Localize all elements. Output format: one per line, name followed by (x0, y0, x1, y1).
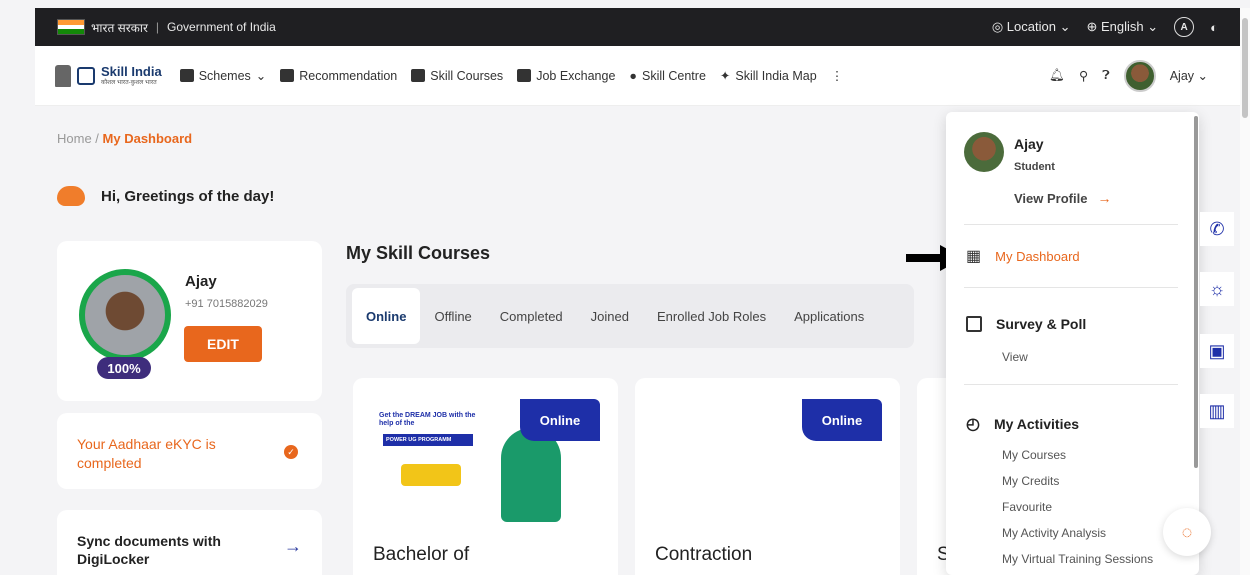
profile-completion-badge: 100% (97, 357, 151, 379)
profile-name: Ajay (185, 273, 217, 290)
tab-joined[interactable]: Joined (577, 288, 643, 344)
arrow-right-icon[interactable]: → (284, 536, 302, 557)
nav-skill-india-map[interactable]: ✦ Skill India Map (719, 68, 817, 84)
edit-profile-button[interactable]: EDIT (184, 326, 262, 362)
buildings-icon (966, 316, 982, 332)
national-emblem-icon (55, 64, 71, 87)
section-title: My Skill Courses (346, 243, 491, 263)
grid-icon: ▦ (966, 248, 982, 265)
map-icon: ✦ (719, 69, 731, 83)
nav-skill-centre[interactable]: ● Skill Centre (629, 69, 705, 83)
map-pin-icon: ● (629, 68, 637, 83)
breadcrumb-current: My Dashboard (102, 131, 193, 146)
menu-my-credits[interactable]: My Credits (1002, 474, 1059, 488)
gov-english-label: Government of India (167, 20, 276, 34)
tab-online[interactable]: Online (352, 288, 421, 344)
accessibility-button[interactable]: A (1174, 17, 1195, 37)
logo-title: Skill India (101, 64, 162, 79)
page-scrollbar-thumb[interactable] (1242, 18, 1248, 118)
sun-cloud-icon (57, 186, 85, 206)
menu-survey-poll[interactable]: Survey & Poll (966, 316, 1086, 332)
search-icon[interactable]: ⚲ (1079, 68, 1088, 83)
profile-card: 100% Ajay +91 7015882029 EDIT (57, 241, 322, 401)
menu-favourite[interactable]: Favourite (1002, 500, 1052, 514)
briefcase-icon (517, 69, 532, 82)
breadcrumb-home[interactable]: Home (57, 131, 92, 146)
phone-call-icon[interactable]: ✆ (1200, 212, 1234, 246)
arrow-right-icon: → (1097, 190, 1112, 206)
dropdown-user-role: Student (1014, 161, 1055, 173)
calendar-link-icon[interactable]: ▣ (1200, 334, 1234, 368)
menu-my-courses[interactable]: My Courses (1002, 448, 1066, 462)
pie-chart-icon: ◴ (966, 416, 980, 433)
nav-recommendation[interactable]: Recommendation (280, 69, 397, 83)
course-title: Bachelor of (373, 544, 470, 565)
buildings-icon[interactable]: ▥ (1200, 394, 1234, 428)
menu-my-dashboard[interactable]: ▦ My Dashboard (966, 246, 1080, 266)
skill-india-logo[interactable]: Skill India कौशल भारत-कुशल भारत (55, 64, 162, 87)
tab-offline[interactable]: Offline (420, 288, 485, 344)
logo-mark-icon (77, 66, 95, 85)
course-card[interactable]: Get the DREAM JOB with the help of the P… (353, 378, 618, 575)
logo-subtitle: कौशल भारत-कुशल भारत (101, 80, 157, 86)
profile-phone: +91 7015882029 (185, 298, 268, 310)
online-badge: Online (802, 399, 882, 441)
recommendation-icon (280, 69, 295, 82)
bell-icon[interactable]: 🔔︎ (1049, 68, 1065, 83)
kyc-status-card: Your Aadhaar eKYC is completed ✓ (57, 413, 322, 489)
profile-photo (79, 269, 171, 361)
avatar[interactable] (1123, 59, 1156, 92)
nav-job-exchange[interactable]: Job Exchange (517, 69, 615, 83)
user-dropdown-menu: Ajay Student View Profile → ▦ My Dashboar… (946, 112, 1199, 575)
dropdown-scrollbar[interactable] (1194, 116, 1198, 468)
tab-applications[interactable]: Applications (780, 288, 878, 344)
menu-my-activities[interactable]: ◴ My Activities (966, 414, 1079, 434)
gov-hindi-label: भारत सरकार (91, 20, 148, 35)
chat-bot-button[interactable]: ◌ (1163, 508, 1211, 556)
view-profile-link[interactable]: View Profile → (1014, 190, 1111, 206)
survey-view-link[interactable]: View (1002, 350, 1028, 364)
menu-virtual-training[interactable]: My Virtual Training Sessions (1002, 552, 1153, 566)
digilocker-sync-card[interactable]: Sync documents with DigiLocker → (57, 510, 322, 575)
nav-skill-courses[interactable]: Skill Courses (411, 69, 503, 83)
course-title: Contraction (655, 544, 753, 565)
avatar (964, 132, 1004, 172)
main-navbar: Skill India कौशल भारत-कुशल भारत Schemes … (35, 46, 1240, 106)
online-badge: Online (520, 399, 600, 441)
greeting: Hi, Greetings of the day! (57, 186, 274, 206)
contrast-toggle-icon[interactable]: ◐ (1210, 20, 1218, 35)
dropdown-user-name: Ajay (1014, 136, 1044, 152)
menu-activity-analysis[interactable]: My Activity Analysis (1002, 526, 1106, 540)
language-selector[interactable]: ⊕ English ⌄ (1086, 19, 1158, 35)
tab-enrolled-job-roles[interactable]: Enrolled Job Roles (643, 288, 780, 344)
course-tabs: Online Offline Completed Joined Enrolled… (346, 284, 914, 348)
graduation-cap-icon (411, 69, 426, 82)
india-flag-icon (57, 19, 85, 35)
breadcrumb: Home / My Dashboard (57, 131, 193, 146)
schemes-icon (179, 69, 194, 82)
nav-schemes[interactable]: Schemes ⌄ (179, 68, 266, 83)
check-icon: ✓ (284, 445, 298, 459)
user-menu-button[interactable]: Ajay ⌄ (1170, 68, 1208, 83)
gov-topbar: भारत सरकार | Government of India ◎ Locat… (35, 8, 1240, 46)
tab-completed[interactable]: Completed (486, 288, 577, 344)
lightbulb-icon[interactable]: ☼ (1200, 272, 1234, 306)
nav-more-button[interactable]: ⋮ (831, 68, 844, 83)
course-card[interactable]: Online Contraction (635, 378, 900, 575)
help-icon[interactable]: ❓︎ (1102, 68, 1110, 83)
location-selector[interactable]: ◎ Location ⌄ (992, 19, 1071, 35)
